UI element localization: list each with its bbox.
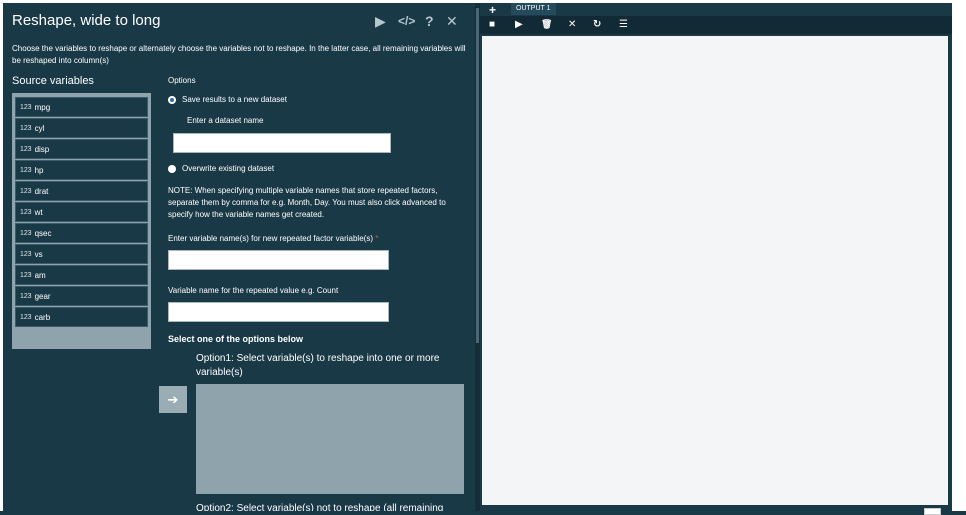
factor-name-input[interactable] — [168, 250, 389, 270]
numeric-variable-icon: 1 2 3 — [20, 187, 32, 195]
help-icon[interactable]: ? — [425, 13, 434, 29]
source-variables-list[interactable]: 1 2 3 mpg 1 2 3 cyl 1 2 3 disp 1 2 3 hp 1 2 3 dra… — [12, 93, 151, 349]
arrow-right-icon: ➔ — [167, 391, 179, 407]
move-right-button[interactable]: ➔ — [159, 386, 187, 413]
options-heading: Options — [168, 76, 196, 85]
dialog-description: Choose the variables to reshape or alter… — [12, 44, 466, 65]
source-variable-item[interactable]: 1 2 3 qsec — [15, 223, 148, 243]
source-variable-label: carb — [34, 312, 51, 322]
open-output-icon[interactable]: ▶ — [515, 19, 523, 30]
source-variable-label: hp — [34, 165, 44, 175]
save-new-label: Save results to a new dataset — [182, 95, 287, 104]
code-icon[interactable]: </> — [398, 14, 415, 28]
output-toolbar: ■ ▶ 🗑 ✕ ↻ ☰ — [480, 16, 952, 34]
radio-unchecked-icon[interactable] — [168, 164, 176, 173]
dataset-name-input[interactable] — [173, 133, 391, 153]
source-variable-label: qsec — [34, 228, 52, 238]
source-variable-label: disp — [34, 144, 50, 154]
source-variable-label: vs — [34, 249, 43, 259]
dataset-name-label: Enter a dataset name — [187, 116, 264, 125]
add-output-tab-icon[interactable]: + — [489, 3, 496, 17]
source-variable-item[interactable]: 1 2 3 vs — [15, 244, 148, 264]
source-variable-label: gear — [34, 291, 51, 301]
dialog-title: Reshape, wide to long — [12, 12, 161, 29]
numeric-variable-icon: 1 2 3 — [20, 145, 32, 153]
numeric-variable-icon: 1 2 3 — [20, 271, 32, 279]
source-variables-label: Source variables — [12, 75, 94, 87]
new-output-icon[interactable]: ■ — [489, 19, 495, 30]
delete-icon[interactable]: 🗑 — [541, 19, 552, 30]
source-variable-item[interactable]: 1 2 3 gear — [15, 286, 148, 306]
numeric-variable-icon: 1 2 3 — [20, 103, 32, 111]
note-text: NOTE: When specifying multiple variable … — [168, 186, 446, 219]
numeric-variable-icon: 1 2 3 — [20, 250, 32, 258]
refresh-icon[interactable]: ↻ — [593, 19, 601, 30]
source-variable-item[interactable]: 1 2 3 drat — [15, 181, 148, 201]
source-variable-item[interactable]: 1 2 3 mpg — [15, 97, 148, 117]
select-options-heading: Select one of the options below — [168, 334, 304, 344]
numeric-variable-icon: 1 2 3 — [20, 166, 32, 174]
overwrite-radio[interactable]: Overwrite existing dataset — [168, 164, 274, 173]
source-variable-label: wt — [34, 207, 43, 217]
dialog-scrollbar-thumb[interactable] — [476, 8, 479, 343]
list-icon[interactable]: ☰ — [619, 19, 628, 30]
option1-label: Option1: Select variable(s) to reshape i… — [196, 353, 440, 378]
reshape-variables-target-list[interactable] — [196, 384, 464, 494]
repeated-value-label: Variable name for the repeated value e.g… — [168, 286, 339, 295]
output-panel: + OUTPUT 1 ■ ▶ 🗑 ✕ ↻ ☰ — [480, 3, 952, 512]
numeric-variable-icon: 1 2 3 — [20, 229, 32, 237]
radio-checked-icon[interactable] — [168, 95, 176, 104]
output-tab[interactable]: OUTPUT 1 — [511, 3, 556, 15]
numeric-variable-icon: 1 2 3 — [20, 313, 32, 321]
factor-name-label-text: Enter variable name(s) for new repeated … — [168, 234, 373, 243]
bottom-bar — [0, 511, 966, 515]
corner-widget[interactable] — [924, 508, 941, 515]
save-new-radio[interactable]: Save results to a new dataset — [168, 95, 287, 104]
numeric-variable-icon: 1 2 3 — [20, 292, 32, 300]
output-content-area[interactable] — [482, 36, 948, 505]
source-variable-label: cyl — [34, 123, 45, 133]
numeric-variable-icon: 1 2 3 — [20, 124, 32, 132]
source-variable-label: am — [34, 270, 46, 280]
source-variable-item[interactable]: 1 2 3 carb — [15, 307, 148, 327]
numeric-variable-icon: 1 2 3 — [20, 208, 32, 216]
source-variable-label: mpg — [34, 102, 51, 112]
factor-name-label: Enter variable name(s) for new repeated … — [168, 234, 378, 243]
required-mark: * — [375, 234, 379, 243]
source-variable-label: drat — [34, 186, 49, 196]
overwrite-label: Overwrite existing dataset — [182, 164, 275, 173]
source-variable-item[interactable]: 1 2 3 disp — [15, 139, 148, 159]
source-variable-item[interactable]: 1 2 3 cyl — [15, 118, 148, 138]
run-icon[interactable]: ▶ — [375, 13, 386, 30]
source-variable-item[interactable]: 1 2 3 hp — [15, 160, 148, 180]
reshape-dialog: Reshape, wide to long ▶ </> ? ✕ Choose t… — [3, 3, 475, 512]
source-variable-item[interactable]: 1 2 3 wt — [15, 202, 148, 222]
clear-icon[interactable]: ✕ — [568, 19, 576, 30]
close-icon[interactable]: ✕ — [446, 13, 458, 30]
repeated-value-input[interactable] — [168, 302, 389, 322]
source-variable-item[interactable]: 1 2 3 am — [15, 265, 148, 285]
